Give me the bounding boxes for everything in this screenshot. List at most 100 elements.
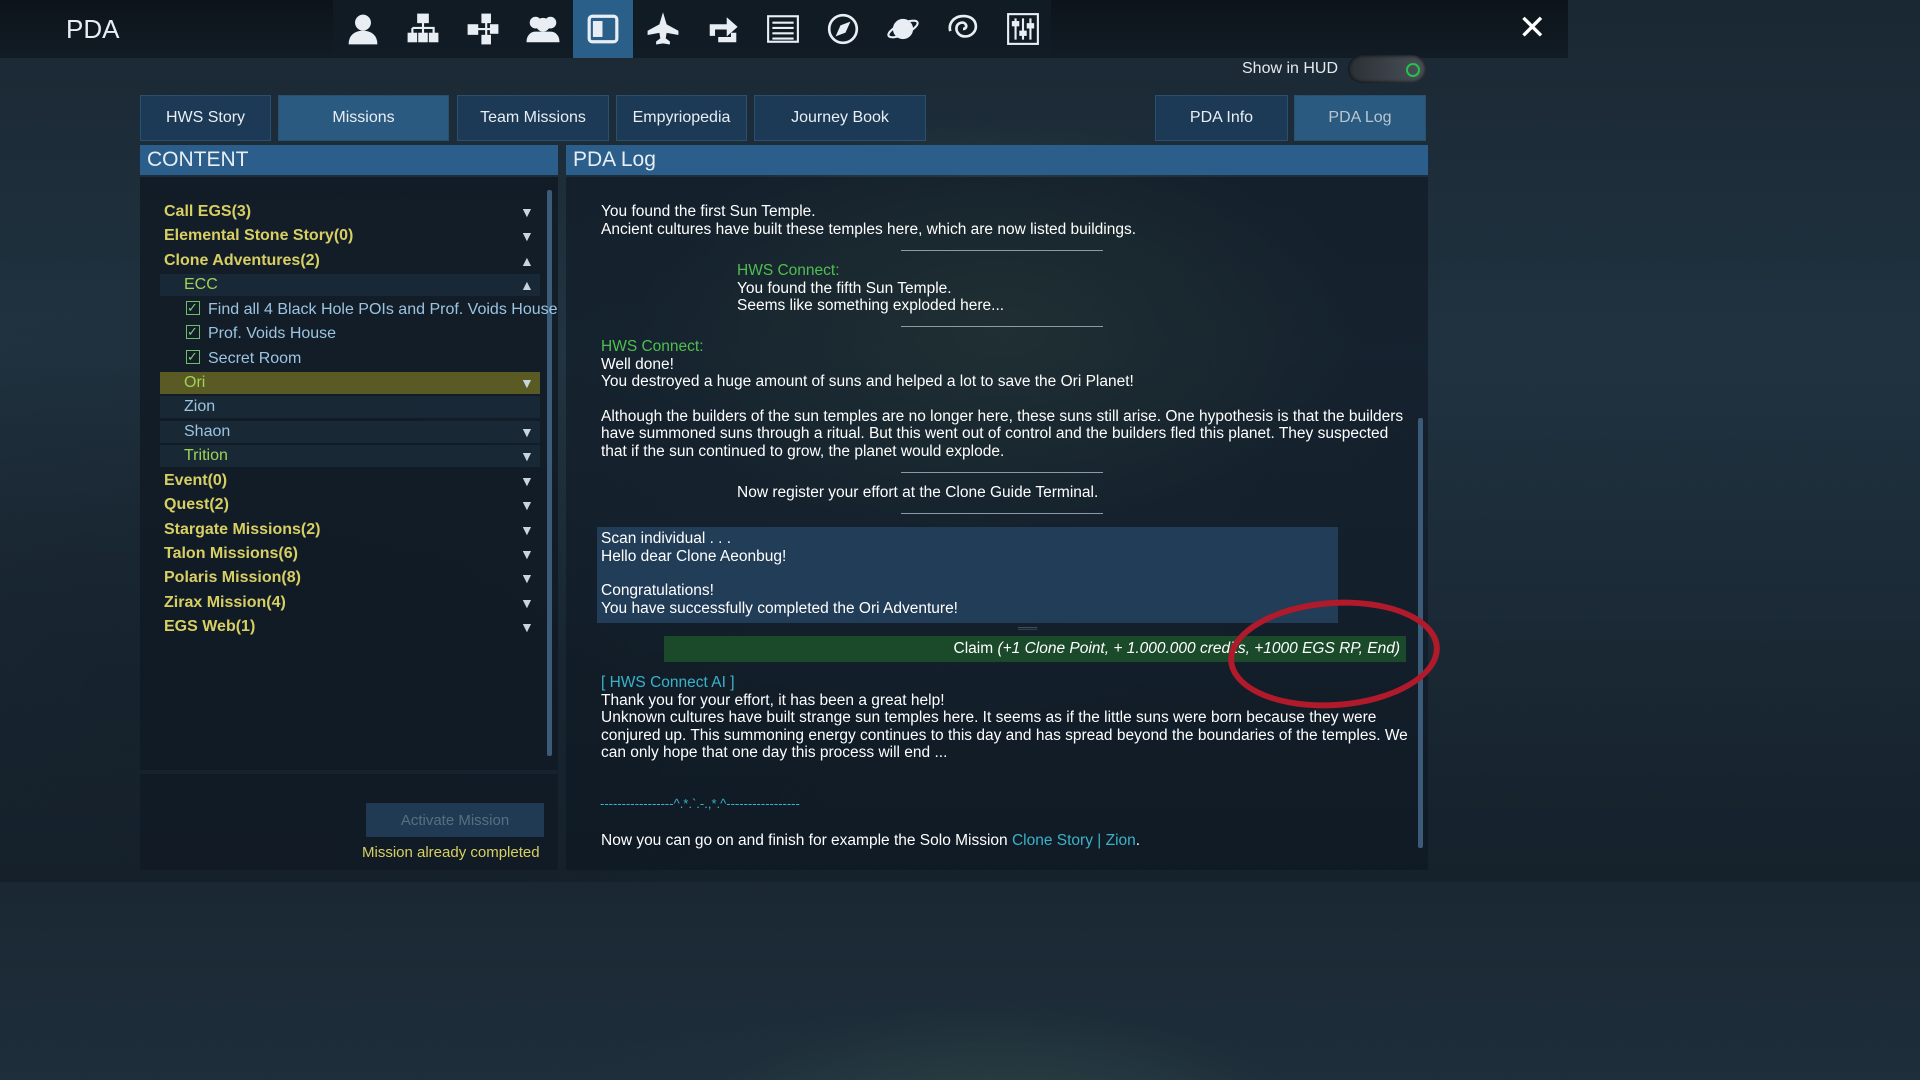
divider: [901, 250, 1103, 251]
log-entry-hws-ai: [ HWS Connect AI ] Thank you for your ef…: [601, 674, 1408, 762]
log-text: Now you can go on and finish for example…: [601, 832, 1012, 849]
checkbox-checked-icon: [186, 297, 200, 319]
log-text: You found the fifth Sun Temple.: [737, 279, 952, 297]
list-icon[interactable]: [753, 0, 813, 58]
trade-icon[interactable]: [693, 0, 753, 58]
log-register-text: Now register your effort at the Clone Gu…: [737, 484, 1099, 501]
log-text: Hello dear Clone Aeonbug!: [601, 547, 787, 565]
galaxy-icon[interactable]: [933, 0, 993, 58]
toolbar: [333, 0, 1051, 58]
tab-team-missions[interactable]: Team Missions: [457, 95, 609, 141]
log-text: Seems like something exploded here...: [737, 297, 1005, 314]
tree-item-prof-voids-house[interactable]: Prof. Voids House: [186, 321, 337, 345]
log-text: Well done!: [601, 355, 674, 373]
log-entry-first-temple: You found the first Sun Temple. Ancient …: [601, 203, 1136, 238]
content-scrollbar[interactable]: [547, 190, 552, 756]
tree-item-ori[interactable]: Ori: [184, 372, 205, 394]
log-text: You have successfully completed the Ori …: [601, 599, 958, 617]
tree-item-polaris-mission[interactable]: Polaris Mission(8): [164, 567, 301, 589]
tree-item-zion[interactable]: Zion: [184, 396, 215, 418]
tree-item-secret-room[interactable]: Secret Room: [186, 346, 302, 370]
hws-connect-label: HWS Connect:: [737, 262, 840, 279]
log-entry-fifth-temple: HWS Connect: You found the fifth Sun Tem…: [737, 262, 1004, 315]
group-icon[interactable]: [513, 0, 573, 58]
collapse-arrow-icon[interactable]: ▲: [520, 274, 534, 296]
hierarchy-icon[interactable]: [453, 0, 513, 58]
person-icon[interactable]: [333, 0, 393, 58]
tree-item-quest[interactable]: Quest(2): [164, 494, 229, 516]
tree-item-stargate-missions[interactable]: Stargate Missions(2): [164, 519, 320, 541]
tree-item-call-egs[interactable]: Call EGS(3): [164, 201, 251, 223]
tab-journey-book[interactable]: Journey Book: [754, 95, 926, 141]
expand-arrow-icon[interactable]: ▼: [520, 616, 534, 638]
expand-arrow-icon[interactable]: ▼: [520, 592, 534, 614]
drag-grip-icon: ═══: [1018, 623, 1038, 633]
log-text: Congratulations!: [601, 582, 714, 599]
network-icon[interactable]: [393, 0, 453, 58]
divider: [901, 326, 1103, 327]
checkbox-checked-icon: [186, 321, 200, 343]
content-header: CONTENT: [140, 145, 558, 175]
expand-arrow-icon[interactable]: ▼: [520, 519, 534, 541]
show-in-hud-toggle[interactable]: [1348, 55, 1426, 83]
toggle-indicator: [1406, 63, 1420, 77]
log-text: Ancient cultures have built these temple…: [601, 220, 1137, 238]
expand-arrow-icon[interactable]: ▼: [520, 421, 534, 443]
pda-log-header: PDA Log: [566, 145, 1428, 175]
log-text: You destroyed a huge amount of suns and …: [601, 373, 1134, 390]
hws-connect-ai-label: [ HWS Connect AI ]: [601, 674, 735, 691]
compass-icon[interactable]: [813, 0, 873, 58]
close-icon[interactable]: ✕: [1518, 10, 1547, 46]
divider: [901, 513, 1103, 514]
tree-item-egs-web[interactable]: EGS Web(1): [164, 616, 255, 638]
tree-item-label: Find all 4 Black Hole POIs and Prof. Voi…: [208, 301, 558, 318]
collapse-arrow-icon[interactable]: ▲: [520, 250, 534, 272]
ship-icon[interactable]: [633, 0, 693, 58]
tree-item-label: Secret Room: [208, 350, 302, 367]
log-final-text: Now you can go on and finish for example…: [601, 832, 1140, 850]
expand-arrow-icon[interactable]: ▼: [520, 372, 534, 394]
tree-item-trition[interactable]: Trition: [184, 445, 228, 467]
clone-story-zion-link[interactable]: Clone Story | Zion: [1012, 832, 1136, 849]
tab-pda-log[interactable]: PDA Log: [1294, 95, 1426, 141]
settings-sliders-icon[interactable]: [993, 0, 1053, 58]
hws-connect-label: HWS Connect:: [601, 338, 704, 355]
pda-log-icon[interactable]: [573, 0, 633, 58]
tree-item-talon-missions[interactable]: Talon Missions(6): [164, 543, 298, 565]
activate-mission-button[interactable]: Activate Mission: [366, 803, 544, 837]
expand-arrow-icon[interactable]: ▼: [520, 543, 534, 565]
log-entry-well-done: HWS Connect: Well done! You destroyed a …: [601, 338, 1403, 460]
expand-arrow-icon[interactable]: ▼: [520, 470, 534, 492]
tree-item-zirax-mission[interactable]: Zirax Mission(4): [164, 592, 286, 614]
planet-icon[interactable]: [873, 0, 933, 58]
expand-arrow-icon[interactable]: ▼: [520, 494, 534, 516]
tree-item-label: Prof. Voids House: [208, 325, 337, 342]
tree-item-ecc[interactable]: ECC: [184, 274, 218, 296]
scan-message: Scan individual . . . Hello dear Clone A…: [601, 530, 958, 617]
expand-arrow-icon[interactable]: ▼: [520, 201, 534, 223]
expand-arrow-icon[interactable]: ▼: [520, 567, 534, 589]
log-text: Scan individual . . .: [601, 530, 732, 547]
subrow-bg: [160, 396, 540, 418]
tab-hws-story[interactable]: HWS Story: [140, 95, 271, 141]
log-text: can only hope that one day this process …: [601, 744, 948, 761]
tree-item-clone-adventures[interactable]: Clone Adventures(2): [164, 250, 320, 272]
expand-arrow-icon[interactable]: ▼: [520, 445, 534, 467]
log-text: You found the first Sun Temple.: [601, 203, 816, 220]
selected-row-highlight: [160, 372, 540, 394]
divider: [901, 472, 1103, 473]
show-in-hud-label: Show in HUD: [1242, 60, 1339, 77]
tab-empyriopedia[interactable]: Empyriopedia: [616, 95, 747, 141]
decorative-divider: -----------------^.*.`.-.,*.^-----------…: [600, 796, 800, 811]
tree-item-shaon[interactable]: Shaon: [184, 421, 230, 443]
log-text: Although the builders of the sun temples…: [601, 407, 1404, 425]
log-text: have summoned suns through a ritual. But…: [601, 425, 1389, 442]
log-text: Thank you for your effort, it has been a…: [601, 691, 945, 709]
expand-arrow-icon[interactable]: ▼: [520, 225, 534, 247]
checkbox-checked-icon: [186, 346, 200, 368]
tab-missions[interactable]: Missions: [278, 95, 449, 141]
tree-item-elemental-stone-story[interactable]: Elemental Stone Story(0): [164, 225, 353, 247]
tree-item-find-black-hole-pois[interactable]: Find all 4 Black Hole POIs and Prof. Voi…: [186, 297, 558, 321]
tab-pda-info[interactable]: PDA Info: [1155, 95, 1288, 141]
tree-item-event[interactable]: Event(0): [164, 470, 227, 492]
